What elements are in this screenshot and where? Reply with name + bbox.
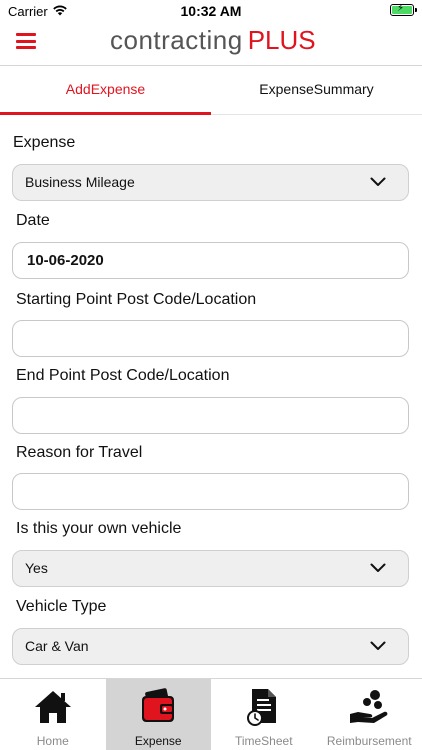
end-point-input[interactable] [12,397,409,434]
vehicle-type-select[interactable]: Car & Van [12,628,409,665]
reimbursement-icon [350,690,388,723]
vehicle-type-label: Vehicle Type [16,598,107,615]
battery-icon: ⚡ [390,3,417,16]
chevron-down-icon [370,177,386,186]
expense-label: Expense [13,134,76,151]
start-point-label: Starting Point Post Code/Location [16,291,257,308]
home-icon [34,691,71,723]
expense-select-value: Business Mileage [25,174,135,190]
tab-expense-summary[interactable]: ExpenseSummary [211,66,422,115]
app-logo: contracting PLUS [110,22,316,66]
nav-reimbursement[interactable]: Reimbursement [317,679,422,750]
logo-text-main: contracting [110,25,243,55]
nav-home-label: Home [36,734,69,748]
hamburger-icon[interactable] [16,33,36,49]
expense-select[interactable]: Business Mileage [12,164,409,201]
start-point-input[interactable] [12,320,409,357]
status-bar: Carrier 10:32 AM ⚡ [0,0,422,22]
tab-bar: AddExpense ExpenseSummary [0,66,422,115]
chevron-down-icon [370,641,386,650]
app-header: contracting PLUS [0,22,422,66]
chevron-down-icon [370,563,386,572]
date-field[interactable]: 10-06-2020 [12,242,409,279]
own-vehicle-value: Yes [25,560,48,576]
nav-timesheet-label: TimeSheet [234,734,293,748]
date-field-value: 10-06-2020 [27,252,104,269]
nav-expense-label: Expense [134,734,182,748]
own-vehicle-select[interactable]: Yes [12,550,409,587]
nav-timesheet[interactable]: TimeSheet [211,679,317,750]
end-point-label: End Point Post Code/Location [16,367,230,384]
charging-bolt-icon: ⚡ [397,3,405,14]
nav-reimbursement-label: Reimbursement [326,734,412,748]
reason-label: Reason for Travel [16,444,143,461]
clock-time: 10:32 AM [180,3,242,19]
reason-input[interactable] [12,473,409,510]
date-label: Date [16,212,50,229]
vehicle-type-value: Car & Van [25,638,89,654]
nav-home[interactable]: Home [0,679,106,750]
timesheet-icon [246,689,276,726]
tab-add-expense[interactable]: AddExpense [0,66,211,115]
bottom-nav: Home Expense TimeSheet Reimbursement [0,678,422,750]
nav-expense[interactable]: Expense [105,679,211,750]
wallet-icon [142,688,175,722]
own-vehicle-label: Is this your own vehicle [16,520,182,537]
logo-text-accent: PLUS [247,25,316,55]
